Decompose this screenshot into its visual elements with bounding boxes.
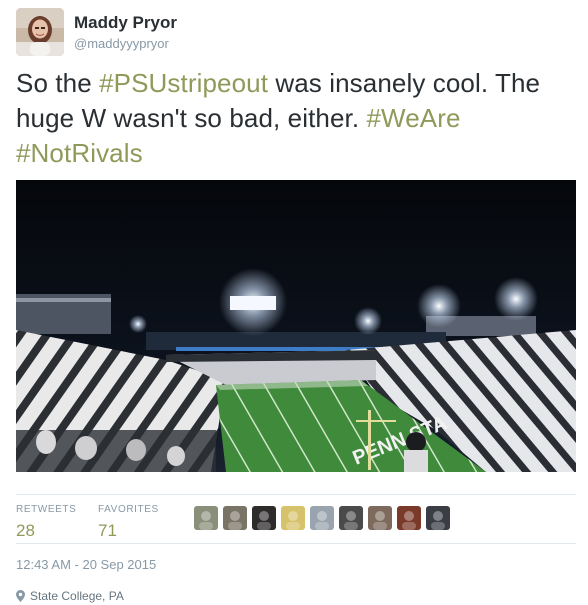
tweet-location: State College, PA <box>16 589 124 605</box>
tweet-timestamp[interactable]: 12:43 AM - 20 Sep 2015 <box>16 557 156 572</box>
stadium-photo-icon[interactable]: PENN STA <box>16 180 576 472</box>
favoriter-avatar-icon[interactable] <box>281 506 305 530</box>
hashtag-link[interactable]: #PSUstripeout <box>99 68 268 98</box>
retweets-count[interactable]: 28 <box>16 521 76 541</box>
retweets-stat[interactable]: RETWEETS 28 <box>16 504 76 541</box>
favorites-stat[interactable]: FAVORITES 71 <box>98 504 159 541</box>
favoriter-avatar-icon[interactable] <box>223 506 247 530</box>
favoriter-avatar-icon[interactable] <box>252 506 276 530</box>
favoriter-avatar-icon[interactable] <box>194 506 218 530</box>
hashtag-link[interactable]: #WeAre <box>367 103 461 133</box>
tweet-text: So the #PSUstripeout was insanely cool. … <box>16 66 576 171</box>
tweet-header: Maddy Pryor @maddyyypryor <box>16 8 572 58</box>
hashtag-link[interactable]: #NotRivals <box>16 138 143 168</box>
profile-photo-icon[interactable] <box>16 8 64 56</box>
divider <box>16 543 576 544</box>
favoriter-avatar-icon[interactable] <box>368 506 392 530</box>
retweets-label: RETWEETS <box>16 504 77 515</box>
user-handle[interactable]: @maddyyypryor <box>74 36 169 51</box>
favorites-count[interactable]: 71 <box>98 521 159 541</box>
location-pin-icon <box>16 590 25 605</box>
favoriter-avatar-icon[interactable] <box>426 506 450 530</box>
location-link[interactable]: State College, PA <box>30 589 124 603</box>
favoriter-avatar-icon[interactable] <box>339 506 363 530</box>
favorites-label: FAVORITES <box>98 504 159 515</box>
favoriter-avatar-icon[interactable] <box>397 506 421 530</box>
user-name[interactable]: Maddy Pryor <box>74 13 177 33</box>
divider <box>16 494 576 495</box>
favoriter-avatar-icon[interactable] <box>310 506 334 530</box>
tweet-text-segment: So the <box>16 68 100 98</box>
